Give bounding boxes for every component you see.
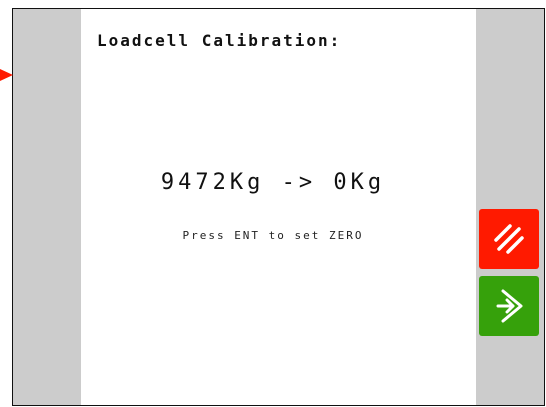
enter-button[interactable] bbox=[479, 276, 539, 336]
left-side-panel bbox=[13, 9, 81, 405]
instruction-text: Press ENT to set ZERO bbox=[182, 229, 364, 242]
weight-reading: 9472Kg -> 0Kg bbox=[160, 170, 386, 195]
triple-slash-cancel-icon bbox=[494, 224, 524, 254]
enter-arrow-icon bbox=[496, 289, 523, 323]
page-title: Loadcell Calibration: bbox=[97, 31, 342, 50]
cancel-button[interactable] bbox=[479, 209, 539, 269]
selection-pointer-icon bbox=[0, 69, 13, 81]
display-frame bbox=[12, 8, 545, 406]
right-side-panel bbox=[476, 9, 544, 405]
